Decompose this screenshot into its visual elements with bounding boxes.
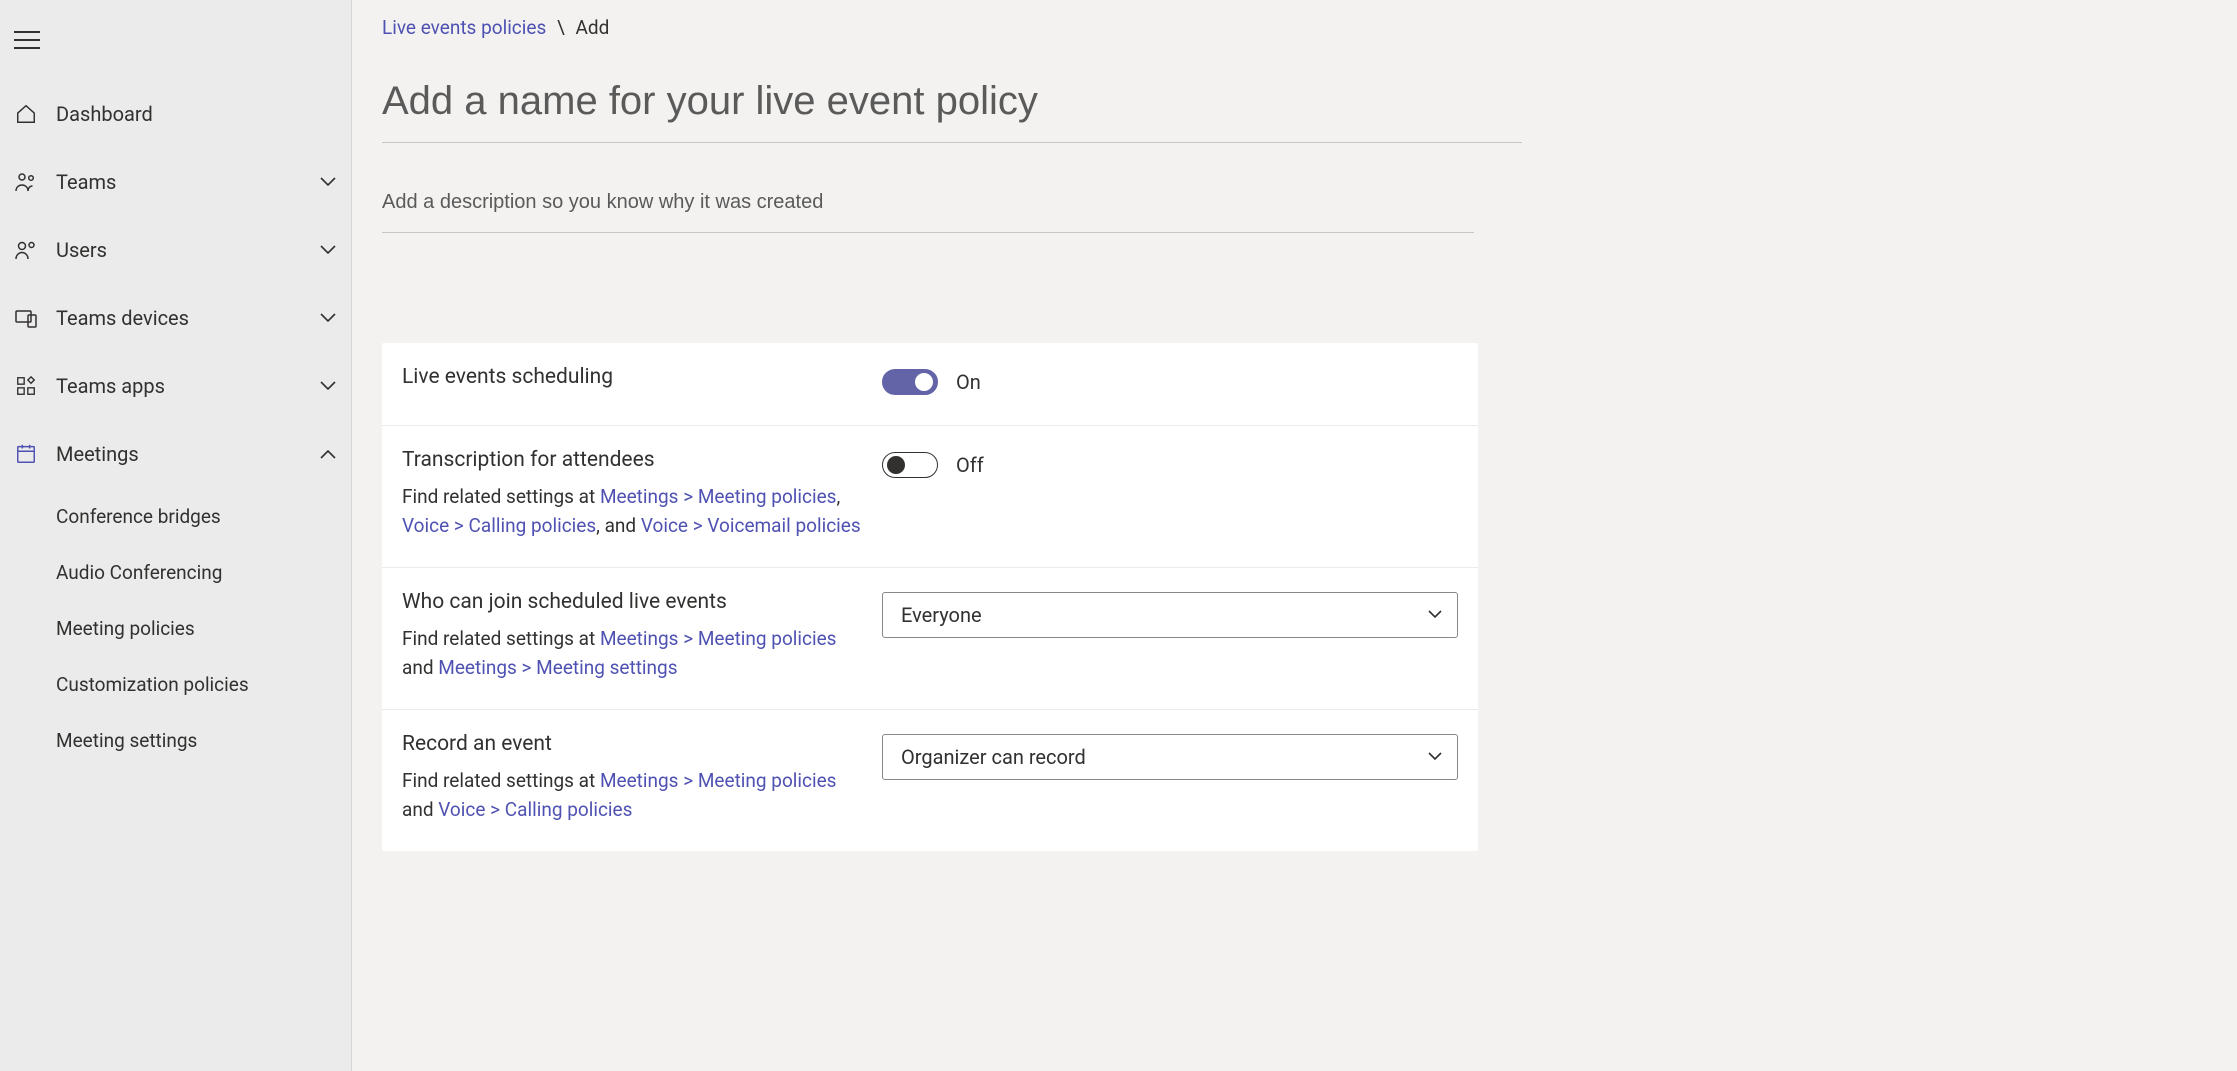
help-sep: and [402, 798, 438, 821]
devices-icon [14, 306, 38, 330]
apps-icon [14, 374, 38, 398]
help-sep: and [402, 656, 438, 679]
sidebar-item-label: Teams apps [56, 374, 301, 398]
policy-description-input[interactable] [382, 143, 1474, 233]
sidebar-item-meetings[interactable]: Meetings [0, 420, 351, 488]
sidebar-item-teams-devices[interactable]: Teams devices [0, 284, 351, 352]
home-icon [14, 102, 38, 126]
sidebar-subitem-label: Meeting policies [56, 617, 195, 640]
link-meeting-policies[interactable]: Meetings > Meeting policies [600, 627, 837, 650]
dropdown-value: Organizer can record [901, 745, 1086, 769]
help-prefix: Find related settings at [402, 627, 600, 650]
link-calling-policies[interactable]: Voice > Calling policies [402, 514, 596, 537]
sidebar-subitem-label: Audio Conferencing [56, 561, 222, 584]
hamburger-icon [14, 30, 40, 50]
sidebar-subitem-label: Conference bridges [56, 505, 221, 528]
breadcrumb-parent-link[interactable]: Live events policies [382, 16, 546, 39]
help-sep: , [836, 485, 840, 508]
calendar-icon [14, 442, 38, 466]
dropdown-value: Everyone [901, 603, 982, 627]
setting-title: Record an event [402, 732, 862, 756]
help-prefix: Find related settings at [402, 769, 600, 792]
setting-row-transcription: Transcription for attendees Find related… [382, 426, 1478, 568]
sidebar-subitem-label: Meeting settings [56, 729, 197, 752]
scheduling-toggle[interactable] [882, 369, 938, 395]
setting-help-text: Find related settings at Meetings > Meet… [402, 482, 862, 541]
chevron-down-icon [319, 173, 337, 191]
setting-title: Who can join scheduled live events [402, 590, 862, 614]
toggle-state-label: Off [956, 453, 984, 477]
link-meeting-settings[interactable]: Meetings > Meeting settings [438, 656, 677, 679]
setting-row-scheduling: Live events scheduling On [382, 343, 1478, 426]
teams-icon [14, 170, 38, 194]
sidebar-subitem-meeting-settings[interactable]: Meeting settings [0, 712, 351, 768]
sidebar-item-users[interactable]: Users [0, 216, 351, 284]
breadcrumb: Live events policies \ Add [352, 0, 2237, 63]
chevron-down-icon [1427, 607, 1443, 623]
sidebar-subitem-meeting-policies[interactable]: Meeting policies [0, 600, 351, 656]
policy-name-input[interactable] [382, 69, 1522, 143]
sidebar-item-label: Teams [56, 170, 301, 194]
sidebar-item-label: Teams devices [56, 306, 301, 330]
sidebar-subitem-label: Customization policies [56, 673, 249, 696]
setting-help-text: Find related settings at Meetings > Meet… [402, 624, 862, 683]
hamburger-button[interactable] [0, 12, 351, 80]
main-content: Live events policies \ Add Live events s… [352, 0, 2237, 1071]
link-voicemail-policies[interactable]: Voice > Voicemail policies [641, 514, 861, 537]
sidebar-item-teams[interactable]: Teams [0, 148, 351, 216]
help-prefix: Find related settings at [402, 485, 600, 508]
sidebar-subitem-audio-conferencing[interactable]: Audio Conferencing [0, 544, 351, 600]
sidebar: Dashboard Teams Users Teams devices [0, 0, 352, 1071]
who-can-join-dropdown[interactable]: Everyone [882, 592, 1458, 638]
setting-row-record: Record an event Find related settings at… [382, 710, 1478, 851]
transcription-toggle[interactable] [882, 452, 938, 478]
chevron-down-icon [319, 241, 337, 259]
sidebar-item-label: Users [56, 238, 301, 262]
sidebar-item-dashboard[interactable]: Dashboard [0, 80, 351, 148]
link-meeting-policies[interactable]: Meetings > Meeting policies [600, 769, 837, 792]
setting-help-text: Find related settings at Meetings > Meet… [402, 766, 862, 825]
sidebar-item-label: Dashboard [56, 102, 337, 126]
chevron-down-icon [319, 309, 337, 327]
sidebar-subitem-customization-policies[interactable]: Customization policies [0, 656, 351, 712]
chevron-up-icon [319, 445, 337, 463]
settings-card: Live events scheduling On Transcription … [382, 343, 1478, 851]
sidebar-subitem-conference-bridges[interactable]: Conference bridges [0, 488, 351, 544]
setting-title: Live events scheduling [402, 365, 862, 389]
link-calling-policies[interactable]: Voice > Calling policies [438, 798, 632, 821]
breadcrumb-current: Add [576, 16, 610, 39]
toggle-state-label: On [956, 370, 981, 394]
users-icon [14, 238, 38, 262]
breadcrumb-separator: \ [551, 16, 571, 39]
chevron-down-icon [319, 377, 337, 395]
sidebar-item-label: Meetings [56, 442, 301, 466]
record-dropdown[interactable]: Organizer can record [882, 734, 1458, 780]
link-meeting-policies[interactable]: Meetings > Meeting policies [600, 485, 837, 508]
setting-title: Transcription for attendees [402, 448, 862, 472]
sidebar-item-teams-apps[interactable]: Teams apps [0, 352, 351, 420]
setting-row-who-can-join: Who can join scheduled live events Find … [382, 568, 1478, 710]
help-sep: , and [596, 514, 641, 537]
chevron-down-icon [1427, 749, 1443, 765]
